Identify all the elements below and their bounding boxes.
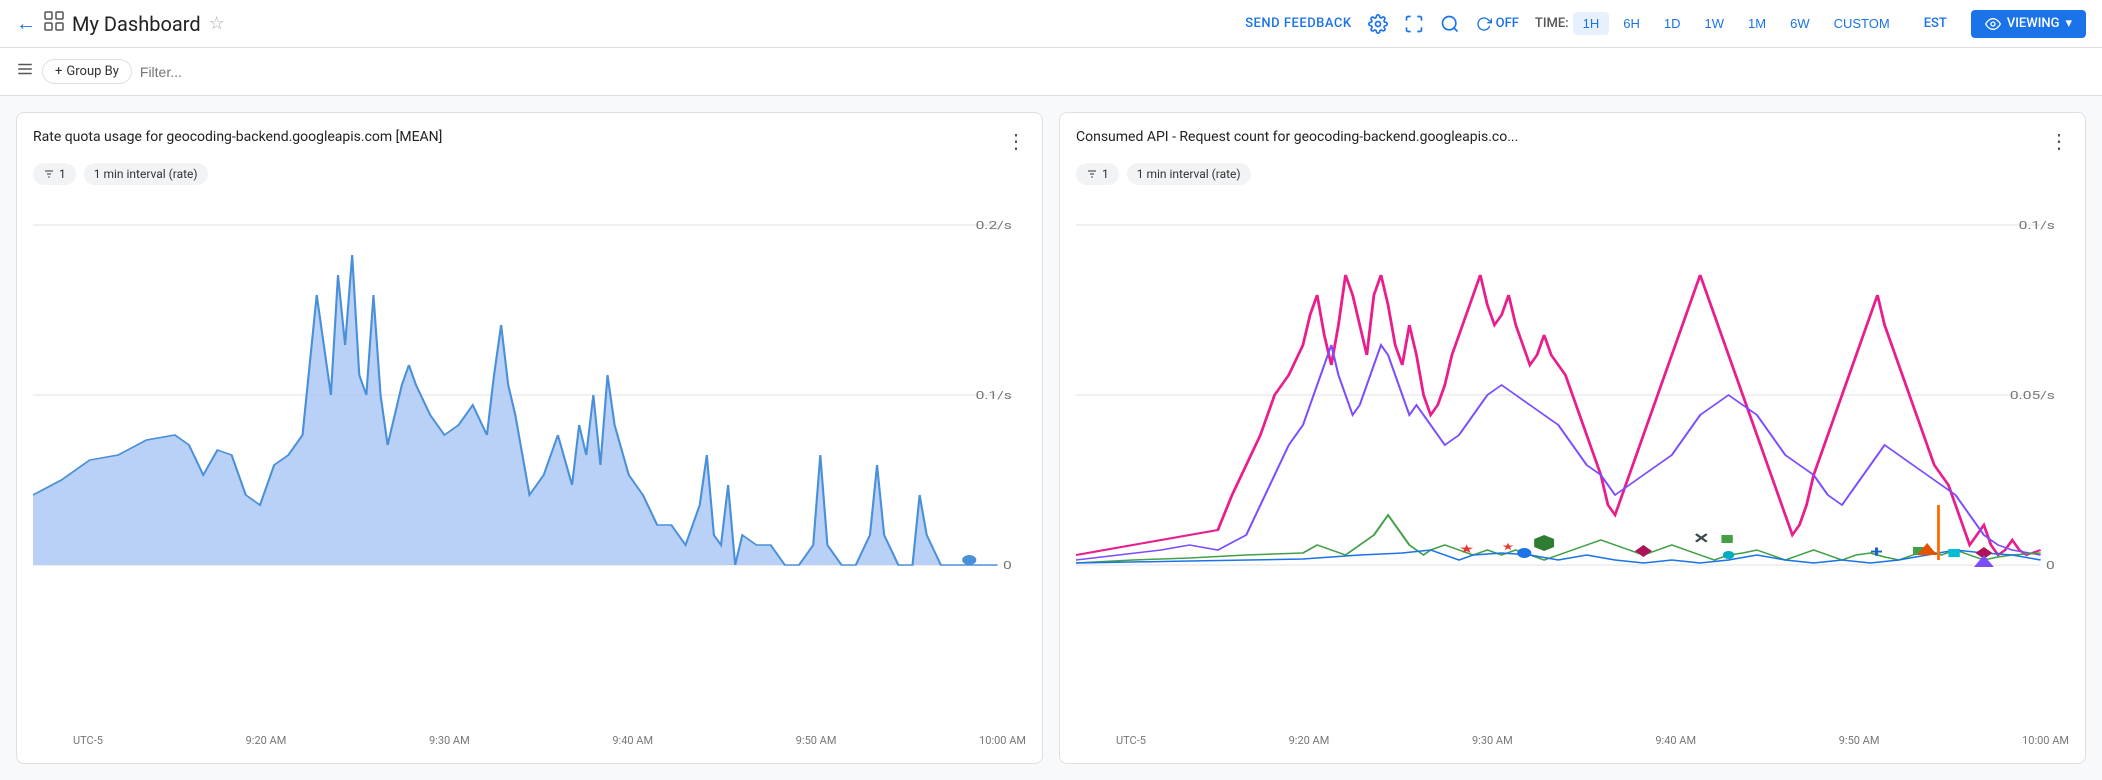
chart-2-pink-line — [1076, 275, 2041, 555]
header: ← My Dashboard ☆ SEND FEEDBACK — [0, 0, 2102, 48]
time-section: TIME: 1H 6H 1D 1W 1M 6W CUSTOM — [1535, 12, 1900, 35]
chart-1-fill — [33, 255, 998, 565]
star-icon[interactable]: ☆ — [209, 13, 225, 34]
card-1-interval: 1 min interval (rate) — [94, 167, 198, 181]
card-1-filter-badge[interactable]: 1 — [33, 163, 76, 185]
svg-text:0.05/s: 0.05/s — [2010, 389, 2055, 402]
card-2-filter-badge[interactable]: 1 — [1076, 163, 1119, 185]
main-content: Rate quota usage for geocoding-backend.g… — [0, 96, 2102, 780]
fullscreen-icon[interactable] — [1404, 14, 1424, 34]
card-2-filters: 1 1 min interval (rate) — [1076, 163, 2069, 185]
card-2-header: Consumed API - Request count for geocodi… — [1076, 129, 2069, 153]
chart-2-purple-line — [1076, 345, 2041, 560]
viewing-button[interactable]: VIEWING ▾ — [1971, 10, 2086, 38]
chart-2-star-marker-2: ★ — [1502, 541, 1515, 552]
chart-2-svg: 0.1/s 0.05/s 0 ★ ★ — [1076, 195, 2069, 615]
card-2-interval-badge[interactable]: 1 min interval (rate) — [1127, 163, 1251, 185]
plus-icon: + — [55, 64, 62, 79]
svg-text:0: 0 — [1003, 559, 1012, 572]
chart-2-container: 0.1/s 0.05/s 0 ★ ★ — [1076, 195, 2069, 747]
header-left: ← My Dashboard ☆ — [16, 11, 1233, 36]
dashboard-icon[interactable] — [44, 11, 64, 36]
svg-text:0.1/s: 0.1/s — [976, 389, 1012, 402]
time-custom-button[interactable]: CUSTOM — [1824, 12, 1900, 35]
time-1d-button[interactable]: 1D — [1654, 12, 1691, 35]
viewing-dropdown-icon: ▾ — [2065, 16, 2072, 31]
time-1m-button[interactable]: 1M — [1738, 12, 1776, 35]
card-1-x-axis: UTC-5 9:20 AM 9:30 AM 9:40 AM 9:50 AM 10… — [33, 730, 1026, 747]
card-1-filters: 1 1 min interval (rate) — [33, 163, 1026, 185]
chart-2-circle-marker — [1517, 548, 1531, 558]
chart-2-svg-wrapper: 0.1/s 0.05/s 0 ★ ★ — [1076, 195, 2069, 730]
chart-1-endpoint — [962, 555, 976, 565]
time-label: TIME: — [1535, 16, 1569, 31]
card-2-interval: 1 min interval (rate) — [1137, 167, 1241, 181]
svg-text:0: 0 — [2046, 559, 2055, 572]
chart-2-plus-marker: + — [1870, 542, 1883, 561]
chart-card-2: Consumed API - Request count for geocodi… — [1059, 112, 2086, 764]
time-1h-button[interactable]: 1H — [1573, 12, 1610, 35]
time-6w-button[interactable]: 6W — [1780, 12, 1820, 35]
timezone-button[interactable]: EST — [1916, 12, 1955, 35]
gear-icon[interactable] — [1368, 14, 1388, 34]
card-1-more-icon[interactable]: ⋮ — [1006, 129, 1026, 153]
group-by-label: Group By — [66, 64, 119, 79]
card-1-filter-count: 1 — [59, 167, 66, 181]
svg-text:0.2/s: 0.2/s — [976, 219, 1012, 232]
search-icon[interactable] — [1440, 14, 1460, 34]
chart-2-star-marker-1: ★ — [1459, 542, 1474, 557]
svg-text:0.1/s: 0.1/s — [2019, 219, 2055, 232]
back-button[interactable]: ← — [16, 11, 36, 36]
chart-card-1: Rate quota usage for geocoding-backend.g… — [16, 112, 1043, 764]
chart-2-teal-square — [1948, 549, 1959, 557]
group-by-button[interactable]: + Group By — [42, 59, 132, 84]
auto-refresh-label: OFF — [1496, 16, 1519, 31]
viewing-label: VIEWING — [2007, 16, 2060, 31]
card-1-header: Rate quota usage for geocoding-backend.g… — [33, 129, 1026, 153]
filter-input[interactable] — [140, 64, 2086, 80]
time-6h-button[interactable]: 6H — [1613, 12, 1650, 35]
card-2-more-icon[interactable]: ⋮ — [2049, 129, 2069, 153]
dashboard-title: My Dashboard — [72, 12, 201, 36]
card-1-title: Rate quota usage for geocoding-backend.g… — [33, 129, 1006, 145]
toolbar: + Group By — [0, 48, 2102, 96]
chart-2-diamond-marker — [1635, 545, 1652, 557]
card-2-title: Consumed API - Request count for geocodi… — [1076, 129, 2049, 145]
header-center: SEND FEEDBACK OFF TIME: — [1245, 10, 2086, 38]
chart-1-svg: 0.2/s 0.1/s 0 — [33, 195, 1026, 615]
chart-1-svg-wrapper: 0.2/s 0.1/s 0 — [33, 195, 1026, 730]
auto-refresh-toggle[interactable]: OFF — [1476, 16, 1519, 32]
menu-icon[interactable] — [16, 60, 34, 83]
card-2-filter-count: 1 — [1102, 167, 1109, 181]
chart-2-circle-marker-2 — [1723, 551, 1734, 559]
chart-2-x-marker: ✕ — [1693, 531, 1710, 547]
chart-2-hex-marker — [1534, 535, 1554, 551]
chart-2-square-marker-1 — [1721, 535, 1732, 543]
card-1-interval-badge[interactable]: 1 min interval (rate) — [84, 163, 208, 185]
time-1w-button[interactable]: 1W — [1695, 12, 1735, 35]
send-feedback-button[interactable]: SEND FEEDBACK — [1245, 16, 1351, 31]
chart-1-container: 0.2/s 0.1/s 0 UTC-5 9:20 AM 9:30 AM 9:40… — [33, 195, 1026, 747]
card-2-x-axis: UTC-5 9:20 AM 9:30 AM 9:40 AM 9:50 AM 10… — [1076, 730, 2069, 747]
